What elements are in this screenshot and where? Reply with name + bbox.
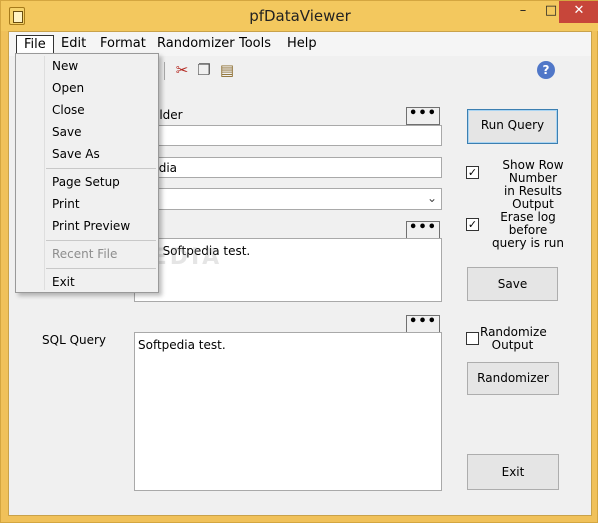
folder-input[interactable] <box>134 125 442 146</box>
menu-item-recent-file: Recent File <box>52 247 118 261</box>
erase-log-checkbox[interactable]: ✓ <box>466 218 479 231</box>
menu-edit[interactable]: Edit <box>54 35 93 55</box>
randomize-output-checkbox[interactable] <box>466 332 479 345</box>
menu-item-print-preview[interactable]: Print Preview <box>17 215 157 237</box>
title-bar[interactable]: pfDataViewer – □ ✕ <box>1 1 598 31</box>
browse-folder-button[interactable]: ••• <box>406 107 440 125</box>
name-input[interactable]: tpedia <box>134 157 442 178</box>
menu-item-save-as[interactable]: Save As <box>17 143 157 165</box>
erase-log-label-2: query is run <box>492 236 564 250</box>
menu-format[interactable]: Format <box>93 35 153 55</box>
toolbar-separator <box>164 62 165 80</box>
menu-separator <box>46 268 156 269</box>
browse-sql-button[interactable]: ••• <box>406 315 440 333</box>
menu-separator <box>46 168 156 169</box>
menu-item-print[interactable]: Print <box>17 193 157 215</box>
show-row-number-label: Show Row Number in Results Output <box>483 159 583 211</box>
randomizer-button[interactable]: Randomizer <box>467 362 559 395</box>
menu-item-close[interactable]: Close <box>17 99 157 121</box>
menu-help[interactable]: Help <box>280 35 324 55</box>
show-row-number-checkbox[interactable]: ✓ <box>466 166 479 179</box>
menu-tools[interactable]: Tools <box>232 35 278 55</box>
sql-query-textarea[interactable]: Softpedia test. <box>134 332 442 491</box>
browse-log-button[interactable]: ••• <box>406 221 440 239</box>
app-window: pfDataViewer – □ ✕ File Edit Format Rand… <box>0 0 598 523</box>
menu-item-exit[interactable]: Exit <box>17 271 157 293</box>
source-combo[interactable]: C ⌄ <box>134 188 442 210</box>
randomize-output-label-2: Output <box>491 338 534 352</box>
menu-randomizer[interactable]: Randomizer <box>150 35 242 55</box>
copy-icon[interactable]: ❐ <box>195 61 213 79</box>
menu-item-open[interactable]: Open <box>17 77 157 99</box>
chevron-down-icon[interactable]: ⌄ <box>427 191 437 205</box>
help-icon[interactable]: ? <box>537 61 555 79</box>
sql-query-label: SQL Query <box>42 333 107 347</box>
close-button[interactable]: ✕ <box>559 1 598 23</box>
cut-icon[interactable]: ✂ <box>173 61 191 79</box>
exit-button[interactable]: Exit <box>467 454 559 490</box>
run-query-button[interactable]: Run Query <box>467 109 558 144</box>
menu-item-page-setup[interactable]: Page Setup <box>17 171 157 193</box>
erase-log-label-1: Erase log before <box>500 210 556 237</box>
randomize-output-label: Randomize Output <box>480 326 547 352</box>
minimize-button[interactable]: – <box>509 1 537 23</box>
file-menu-dropdown: New Open Close Save Save As Page Setup P… <box>15 53 159 293</box>
erase-log-label: Erase log before query is run <box>483 211 573 250</box>
menu-item-save[interactable]: Save <box>17 121 157 143</box>
show-row-number-label-2: in Results Output <box>503 184 563 211</box>
show-row-number-label-1: Show Row Number <box>502 158 564 185</box>
save-button[interactable]: Save <box>467 267 558 301</box>
menu-item-new[interactable]: New <box>17 55 157 77</box>
menu-separator <box>46 240 156 241</box>
paste-icon[interactable]: ▤ <box>218 61 236 79</box>
menu-file[interactable]: File <box>16 35 54 55</box>
